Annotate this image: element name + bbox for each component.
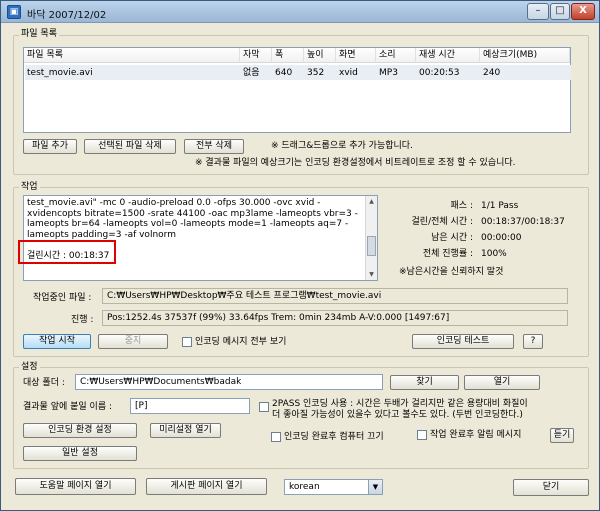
cell-audio: MP3 xyxy=(379,68,398,78)
total-progress-label: 전체 진행률 : xyxy=(422,249,473,259)
drag-drop-hint: ※ 드래그&드롭으로 추가 가능합니다. xyxy=(271,141,413,151)
title-bar[interactable]: ▣ 바닥 2007/12/02 – □ X xyxy=(1,1,599,23)
column-header-width[interactable]: 폭 xyxy=(272,48,304,63)
elapsed-total-label: 걸린/전체 시간 : xyxy=(411,217,473,227)
pass-value: 1/1 Pass xyxy=(481,201,519,211)
delete-all-button[interactable]: 전부 삭제 xyxy=(184,139,244,154)
progress-label: 진행 : xyxy=(71,315,94,325)
find-folder-button[interactable]: 찾기 xyxy=(390,375,459,390)
elapsed-time-highlight xyxy=(18,240,116,264)
help-page-button[interactable]: 도움말 페이지 열기 xyxy=(15,478,136,495)
minimize-button[interactable]: – xyxy=(527,3,549,20)
prefix-input[interactable]: [P] xyxy=(130,398,250,414)
cell-video: xvid xyxy=(339,68,358,78)
notify-after-checkbox[interactable] xyxy=(417,430,427,440)
remaining-time-note: ※남은시간을 신뢰하지 말것 xyxy=(399,267,504,277)
listen-button[interactable]: 듣기 xyxy=(550,428,574,443)
column-header-subtitle[interactable]: 자막 xyxy=(240,48,272,63)
scroll-down-arrow-icon[interactable]: ▼ xyxy=(366,269,377,280)
add-file-button[interactable]: 파일 추가 xyxy=(23,139,77,154)
log-line: lameopts padding=3 -af volnorm xyxy=(27,229,176,240)
prefix-label: 결과물 앞에 붙일 이름 : xyxy=(23,402,112,412)
column-header-filename[interactable]: 파일 목록 xyxy=(24,48,240,63)
open-folder-button[interactable]: 열기 xyxy=(464,375,540,390)
close-button[interactable]: 닫기 xyxy=(513,479,589,496)
encode-test-button[interactable]: 인코딩 테스트 xyxy=(412,334,514,349)
column-header-duration[interactable]: 재생 시간 xyxy=(416,48,480,63)
current-file-label: 작업중인 파일 : xyxy=(33,293,92,303)
maximize-button[interactable]: □ xyxy=(550,3,570,20)
log-line: xvidencopts bitrate=1500 -srate 44100 -o… xyxy=(27,208,358,219)
settings-group-label: 설정 xyxy=(19,362,40,373)
column-header-audio[interactable]: 소리 xyxy=(376,48,416,63)
encoding-log[interactable]: test_movie.avi" -mc 0 -audio-preload 0.0… xyxy=(23,195,378,281)
preset-open-button[interactable]: 미리설정 열기 xyxy=(150,423,221,438)
log-line: test_movie.avi" -mc 0 -audio-preload 0.0… xyxy=(27,198,321,208)
pass-label: 패스 : xyxy=(450,201,473,211)
show-all-messages-label: 인코딩 메시지 전부 보기 xyxy=(195,337,287,347)
general-settings-button[interactable]: 일반 설정 xyxy=(23,446,137,461)
total-progress-value: 100% xyxy=(481,249,507,259)
encode-settings-button[interactable]: 인코딩 환경 설정 xyxy=(23,423,137,438)
target-folder-label: 대상 폴더 : xyxy=(23,378,65,388)
cell-filename: test_movie.avi xyxy=(27,68,93,78)
target-folder-input[interactable]: C:₩Users₩HP₩Documents₩badak xyxy=(75,374,383,390)
stop-button[interactable]: 중지 xyxy=(98,334,168,349)
progress-field: Pos:1252.4s 37537f (99%) 33.64fps Trem: … xyxy=(102,310,568,326)
file-list[interactable]: 파일 목록 자막 폭 높이 화면 소리 재생 시간 예상크기(MB) test_… xyxy=(23,47,571,133)
remaining-value: 00:00:00 xyxy=(481,233,522,243)
show-all-messages-checkbox[interactable] xyxy=(182,337,192,347)
two-pass-checkbox[interactable] xyxy=(259,402,269,412)
current-file-field: C:₩Users₩HP₩Desktop₩주요 테스트 프로그램₩test_mov… xyxy=(102,288,568,304)
app-icon: ▣ xyxy=(7,5,21,19)
elapsed-total-value: 00:18:37/00:18:37 xyxy=(481,217,565,227)
start-job-button[interactable]: 작업 시작 xyxy=(23,334,91,349)
shutdown-after-label: 인코딩 완료후 컴퓨터 끄기 xyxy=(284,432,384,442)
window-title: 바닥 2007/12/02 xyxy=(27,10,107,21)
shutdown-after-checkbox[interactable] xyxy=(271,432,281,442)
work-group-label: 작업 xyxy=(19,182,40,193)
delete-selected-button[interactable]: 선택된 파일 삭제 xyxy=(84,139,176,154)
close-window-button[interactable]: X xyxy=(571,3,595,20)
chevron-down-icon[interactable]: ▼ xyxy=(368,480,382,494)
column-header-height[interactable]: 높이 xyxy=(304,48,336,63)
cell-subtitle: 없음 xyxy=(243,68,260,78)
board-page-button[interactable]: 게시판 페이지 열기 xyxy=(146,478,267,495)
size-hint: ※ 결과물 파일의 예상크기는 인코딩 환경설정에서 비트레이트로 조정 할 수… xyxy=(195,158,516,168)
cell-width: 640 xyxy=(275,68,293,78)
cell-height: 352 xyxy=(307,68,325,78)
notify-after-label: 작업 완료후 알림 메시지 xyxy=(430,430,522,440)
cell-expected-size: 240 xyxy=(483,68,501,78)
two-pass-label-line-2: 더 좋아질 가능성이 있을수 있다고 볼수도 있다. (두번 인코딩한다.) xyxy=(272,410,523,420)
remaining-label: 남은 시간 : xyxy=(431,233,473,243)
two-pass-label-line-1: 2PASS 인코딩 사용 : 시간은 두배가 걸리지만 같은 용량대비 화질이 xyxy=(272,399,528,409)
language-select-value: korean xyxy=(289,482,320,492)
cell-duration: 00:20:53 xyxy=(419,68,460,78)
language-select[interactable]: korean ▼ xyxy=(284,479,383,495)
log-line: lameopts br=64 -lameopts vol=0 -lameopts… xyxy=(27,219,349,230)
column-header-video[interactable]: 화면 xyxy=(336,48,376,63)
file-list-group-label: 파일 목록 xyxy=(19,29,59,40)
help-button[interactable]: ? xyxy=(523,334,543,349)
column-header-expected-size[interactable]: 예상크기(MB) xyxy=(480,48,570,63)
main-window: ▣ 바닥 2007/12/02 – □ X 파일 목록 파일 목록 자막 폭 높… xyxy=(0,0,600,511)
